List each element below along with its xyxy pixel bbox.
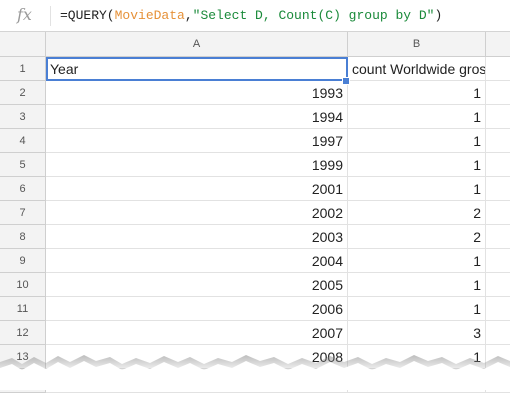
table-row: 4 1997 1 — [0, 129, 510, 153]
cell-a[interactable]: 2003 — [46, 225, 348, 249]
column-header-c[interactable] — [486, 32, 510, 56]
table-row: 12 2007 3 — [0, 321, 510, 345]
cell-c[interactable] — [486, 129, 510, 153]
row-header[interactable]: 12 — [0, 321, 46, 345]
cell-c[interactable] — [486, 297, 510, 321]
table-row: 2 1993 1 — [0, 81, 510, 105]
cell-b[interactable]: 1 — [348, 81, 486, 105]
cell-c[interactable] — [486, 153, 510, 177]
cell-c[interactable] — [486, 249, 510, 273]
table-row: 7 2002 2 — [0, 201, 510, 225]
row-header[interactable]: 3 — [0, 105, 46, 129]
row-header[interactable]: 11 — [0, 297, 46, 321]
cell-b[interactable]: 3 — [348, 321, 486, 345]
formula-range: MovieData — [114, 8, 185, 23]
row-header[interactable]: 10 — [0, 273, 46, 297]
table-row: 1 Year count Worldwide gross — [0, 57, 510, 85]
cell-a[interactable]: 2005 — [46, 273, 348, 297]
cell-c[interactable] — [486, 57, 510, 81]
row-header[interactable]: 9 — [0, 249, 46, 273]
cell-a[interactable]: 1997 — [46, 129, 348, 153]
table-row: 9 2004 1 — [0, 249, 510, 273]
cell-b[interactable]: 1 — [348, 273, 486, 297]
cell-c[interactable] — [486, 321, 510, 345]
formula-bar-divider — [50, 6, 51, 26]
table-row: 5 1999 1 — [0, 153, 510, 177]
fill-handle[interactable] — [342, 77, 350, 85]
cell-c[interactable] — [486, 201, 510, 225]
row-header[interactable]: 5 — [0, 153, 46, 177]
table-row: 3 1994 1 — [0, 105, 510, 129]
column-header-b[interactable]: B — [348, 32, 486, 56]
cell-c[interactable] — [486, 273, 510, 297]
cell-a[interactable]: 2007 — [46, 321, 348, 345]
cell-c[interactable] — [486, 225, 510, 249]
table-row: 11 2006 1 — [0, 297, 510, 321]
cell-b[interactable]: count Worldwide gross — [348, 57, 486, 81]
cell-b[interactable]: 1 — [348, 177, 486, 201]
cell-c[interactable] — [486, 81, 510, 105]
cell-b[interactable]: 1 — [348, 297, 486, 321]
formula-separator: , — [184, 8, 193, 23]
cell-a[interactable]: 1993 — [46, 81, 348, 105]
formula-input[interactable]: =QUERY(MovieData,"Select D, Count(C) gro… — [60, 8, 442, 23]
row-header[interactable]: 7 — [0, 201, 46, 225]
cell-a[interactable]: 2004 — [46, 249, 348, 273]
cell-b[interactable]: 1 — [348, 105, 486, 129]
cell-a1-selected[interactable]: Year — [46, 57, 348, 81]
cell-b[interactable]: 1 — [348, 129, 486, 153]
cell-a[interactable]: 1999 — [46, 153, 348, 177]
cell-b[interactable]: 2 — [348, 201, 486, 225]
row-header[interactable]: 2 — [0, 81, 46, 105]
formula-string: "Select D, Count(C) group by D" — [192, 8, 435, 23]
cell-a[interactable]: 2002 — [46, 201, 348, 225]
cell-b[interactable]: 2 — [348, 225, 486, 249]
table-row: 8 2003 2 — [0, 225, 510, 249]
select-all-corner[interactable] — [0, 32, 46, 56]
column-header-a[interactable]: A — [46, 32, 348, 56]
cell-a[interactable]: 1994 — [46, 105, 348, 129]
torn-edge — [0, 355, 510, 390]
row-header[interactable]: 6 — [0, 177, 46, 201]
fx-icon: fx — [17, 5, 32, 24]
formula-bar: fx =QUERY(MovieData,"Select D, Count(C) … — [0, 0, 510, 32]
cell-c[interactable] — [486, 177, 510, 201]
row-header[interactable]: 1 — [0, 57, 46, 81]
table-row: 10 2005 1 — [0, 273, 510, 297]
cell-b[interactable]: 1 — [348, 249, 486, 273]
formula-prefix: =QUERY( — [60, 8, 115, 23]
formula-suffix: ) — [434, 8, 443, 23]
row-header[interactable]: 8 — [0, 225, 46, 249]
row-header[interactable]: 4 — [0, 129, 46, 153]
cell-a[interactable]: 2001 — [46, 177, 348, 201]
cell-b[interactable]: 1 — [348, 153, 486, 177]
cell-a[interactable]: 2006 — [46, 297, 348, 321]
table-row: 6 2001 1 — [0, 177, 510, 201]
cell-c[interactable] — [486, 105, 510, 129]
column-header-row: A B — [0, 32, 510, 57]
